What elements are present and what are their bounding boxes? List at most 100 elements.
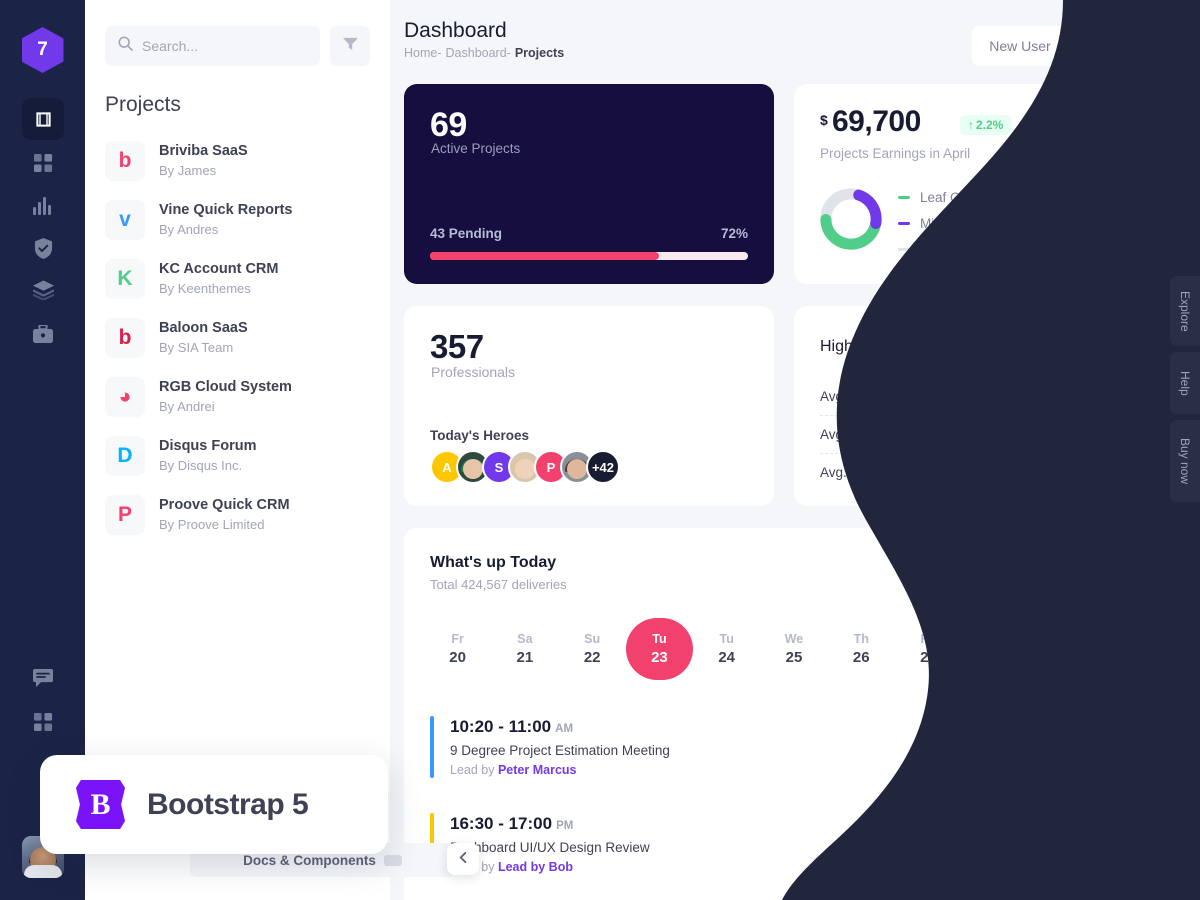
- active-projects-count: 69: [430, 106, 467, 144]
- day-cell[interactable]: Su 22: [559, 618, 626, 680]
- legend-color-dash: [898, 195, 910, 199]
- day-cell[interactable]: Tu 24: [693, 618, 760, 680]
- day-number: 27: [920, 649, 937, 666]
- event-lead-name[interactable]: Peter Marcus: [498, 763, 577, 777]
- legend-value: $45,257: [1095, 241, 1144, 256]
- legend-label: Others: [920, 241, 961, 257]
- earnings-trend-badge: ↑ 2.2%: [960, 115, 1012, 135]
- side-tab-help[interactable]: Help: [1170, 352, 1200, 414]
- breadcrumb-link[interactable]: Dashboard-: [446, 46, 511, 60]
- filter-button[interactable]: [330, 26, 370, 66]
- breadcrumb-current: Projects: [514, 46, 565, 60]
- project-list-item[interactable]: v Vine Quick Reports By Andres: [105, 190, 370, 249]
- project-logo-icon: P: [105, 494, 145, 535]
- day-weekday: Su: [1055, 632, 1072, 646]
- day-number: 30: [1121, 649, 1139, 666]
- professionals-card: 357 Professionals Today's Heroes A S P +42: [404, 306, 774, 506]
- sidebar-icon-chat[interactable]: [22, 657, 64, 699]
- event-lead-name[interactable]: Lead by Bob: [498, 860, 573, 874]
- sidebar-icon-briefcase[interactable]: [22, 313, 64, 355]
- project-list-item[interactable]: D Disqus Forum By Disqus Inc.: [105, 426, 370, 485]
- highlight-value-group: ↗ $2,309: [1076, 465, 1144, 481]
- professionals-count: 357: [430, 328, 484, 365]
- day-weekday: Sa: [517, 632, 533, 646]
- event-time: 10:20 - 11:00: [450, 716, 552, 736]
- highlight-row: Avg. Agent Earnings ↗ $2,309: [820, 454, 1144, 491]
- search-input[interactable]: Search...: [105, 26, 320, 66]
- sidebar-icon-layers[interactable]: [22, 269, 64, 311]
- project-list-item[interactable]: P Proove Quick CRM By Proove Limited: [105, 485, 370, 544]
- day-cell[interactable]: Sa 28: [962, 618, 1029, 680]
- sidebar-icon-grid[interactable]: [22, 142, 64, 184]
- trend-arrow-icon: ↗: [1081, 388, 1093, 404]
- event-view-button[interactable]: View: [1094, 731, 1150, 762]
- project-name: Briviba SaaS: [159, 142, 248, 159]
- todays-heroes-title: Today's Heroes: [430, 428, 529, 443]
- event-view-button[interactable]: View: [1094, 828, 1150, 859]
- project-list-item[interactable]: ◕ RGB Cloud System By Andrei: [105, 367, 370, 426]
- panel-collapse-button[interactable]: [447, 843, 479, 875]
- side-tabs: Explore Help Buy now: [1170, 276, 1200, 502]
- whats-up-subtitle: Total 424,567 deliveries: [430, 577, 567, 592]
- day-cell[interactable]: Sa 21: [491, 618, 558, 680]
- sidebar-icon-grid-2[interactable]: [22, 701, 64, 743]
- progress-bar-fill: [430, 252, 659, 260]
- day-cell[interactable]: Fr 20: [424, 618, 491, 680]
- day-cell[interactable]: Th 26: [828, 618, 895, 680]
- legend-color-dash: [898, 247, 910, 251]
- day-cell[interactable]: We 25: [760, 618, 827, 680]
- new-goal-button[interactable]: New Goal: [1080, 22, 1177, 63]
- project-list-item[interactable]: b Baloon SaaS By SIA Team: [105, 308, 370, 367]
- legend-label: Leaf CRM: [920, 189, 981, 205]
- report-center-button[interactable]: Report Cecnter: [1055, 556, 1161, 588]
- whats-up-today-card: What's up Today Total 424,567 deliveries…: [404, 528, 1176, 900]
- event-body: 10:20 - 11:00 AM 9 Degree Project Estimati…: [450, 717, 670, 777]
- day-cell[interactable]: Mo 30: [1097, 618, 1164, 680]
- day-number: 20: [449, 649, 466, 666]
- hero-avatar-initial[interactable]: +42: [586, 450, 620, 484]
- sidebar-icon-shield-check[interactable]: [22, 227, 64, 269]
- avatar-face: [515, 458, 535, 479]
- day-cell[interactable]: Fri 27: [895, 618, 962, 680]
- side-tab-explore[interactable]: Explore: [1170, 276, 1200, 346]
- side-tab-buy-now[interactable]: Buy now: [1170, 420, 1200, 502]
- sidebar-icon-bar-chart[interactable]: [22, 185, 64, 227]
- highlight-value-group: ↙ 730: [1096, 427, 1144, 443]
- project-logo-icon: b: [105, 317, 145, 358]
- earnings-legend: Leaf CRM Mivy App Others: [898, 184, 981, 262]
- event-lead: Lead by Peter Marcus: [450, 763, 670, 777]
- project-logo-icon: ◕: [105, 376, 145, 417]
- active-projects-label: Active Projects: [431, 141, 521, 156]
- earnings-card: $ 69,700 ↑ 2.2% Projects Earnings in Apr…: [794, 84, 1166, 284]
- project-author: By Andrei: [159, 398, 215, 414]
- event-time: 16:30 - 17:00: [450, 813, 553, 833]
- event-row: 12:00 - 13:40AMMarketing Campaign Discus…: [430, 892, 1150, 900]
- project-logo-icon: K: [105, 258, 145, 299]
- event-title: 9 Degree Project Estimation Meeting: [450, 742, 670, 758]
- breadcrumb-link[interactable]: Home-: [404, 46, 442, 60]
- app-logo[interactable]: 7: [21, 27, 64, 73]
- event-lead: Lead by Lead by Bob: [450, 860, 650, 874]
- project-text: KC Account CRM By Keenthemes: [159, 260, 278, 297]
- chevron-left-icon: [458, 850, 469, 868]
- earnings-donut-chart: [818, 186, 884, 252]
- earnings-trend-value: 2.2%: [976, 118, 1004, 132]
- active-projects-card: 69 Active Projects 43 Pending 72%: [404, 84, 774, 284]
- day-cell[interactable]: Su 29: [1029, 618, 1096, 680]
- project-list-item[interactable]: b Briviba SaaS By James: [105, 131, 370, 190]
- new-user-button[interactable]: New User: [972, 26, 1068, 66]
- sidebar-icon-box[interactable]: [22, 98, 64, 140]
- legend-item: Leaf CRM: [898, 184, 981, 210]
- highlight-suffix: /10: [1125, 389, 1144, 404]
- search-placeholder: Search...: [142, 38, 199, 54]
- event-row: 16:30 - 17:00 PM Dashboard UI/UX Design Re…: [430, 795, 1150, 892]
- project-author: By Proove Limited: [159, 516, 265, 532]
- projects-title: Projects: [105, 93, 181, 116]
- highlight-value-group: ↗ 7.8/10: [1082, 389, 1144, 405]
- day-weekday: Sa: [988, 632, 1004, 646]
- project-list-item[interactable]: K KC Account CRM By Keenthemes: [105, 249, 370, 308]
- search-row: Search...: [85, 0, 390, 66]
- day-number: 28: [987, 649, 1005, 666]
- project-author: By Keenthemes: [159, 280, 251, 296]
- day-cell-active[interactable]: Tu 23: [625, 618, 694, 680]
